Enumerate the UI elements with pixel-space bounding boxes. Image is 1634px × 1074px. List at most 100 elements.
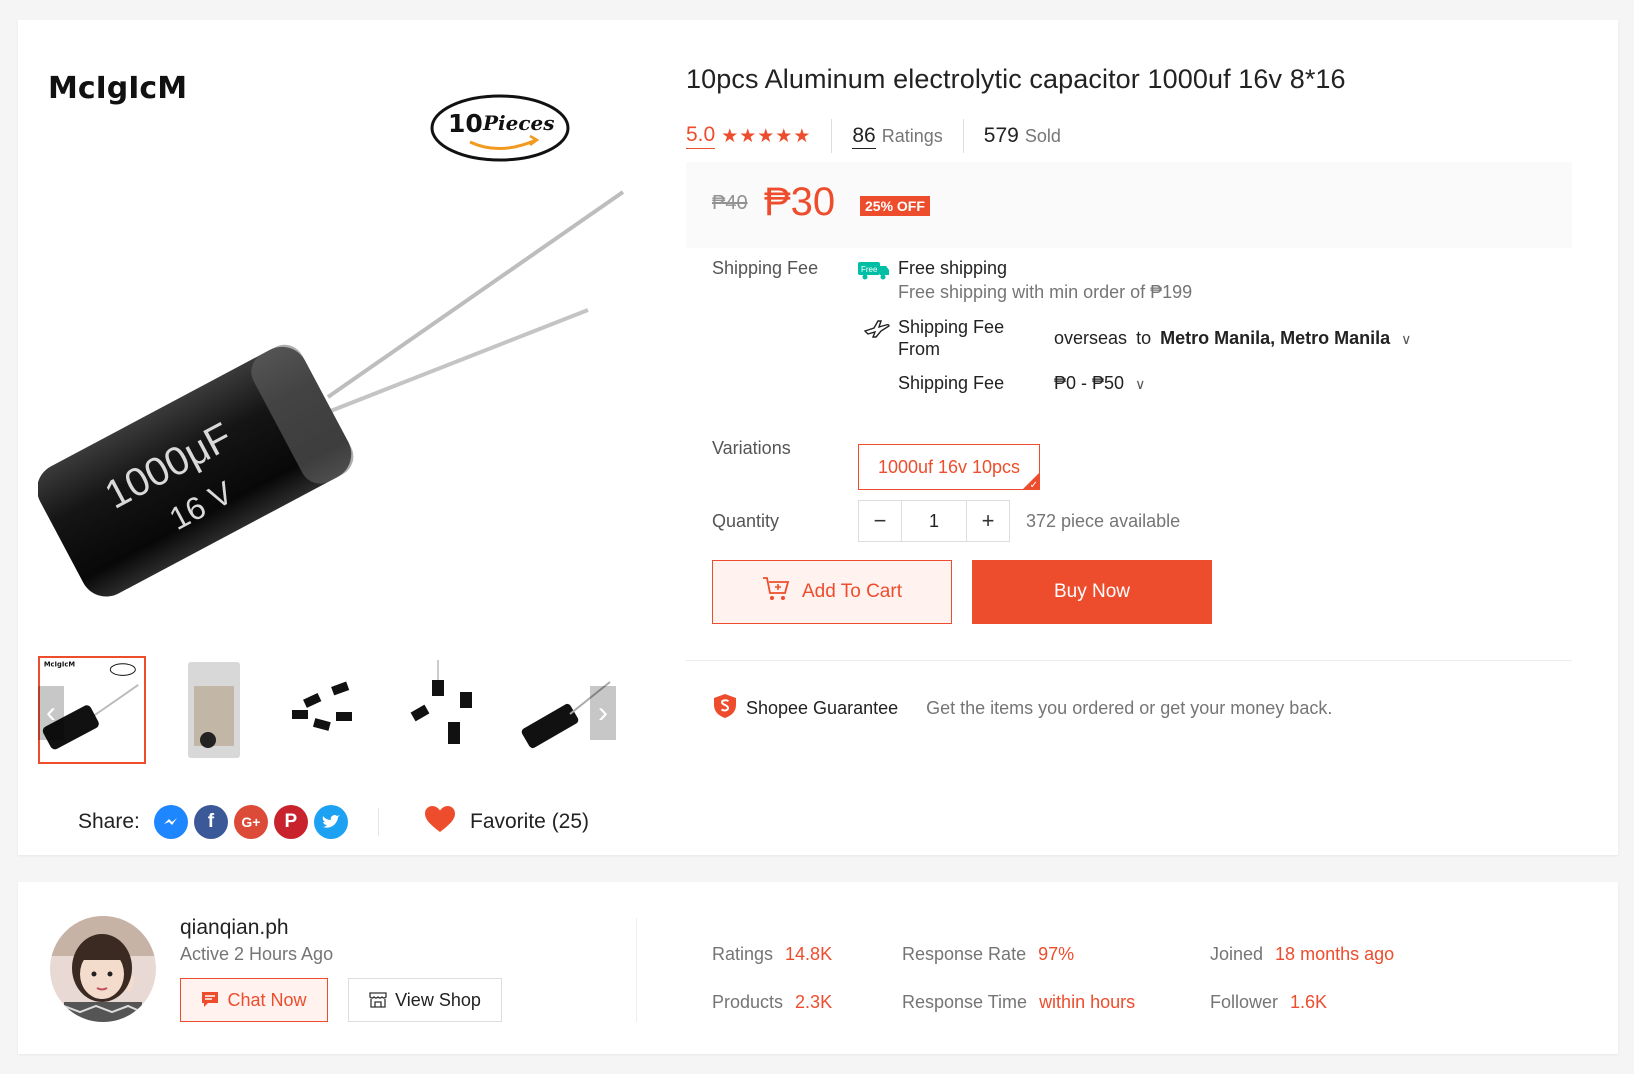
share-divider [378,808,379,836]
view-shop-label: View Shop [395,989,481,1010]
share-label: Share: [78,810,140,833]
shop-icon [369,992,387,1008]
svg-text:McIgIcM: McIgIcM [44,661,76,669]
shop-stat-label: Response Rate [902,944,1027,964]
shop-divider [636,918,637,1022]
google-plus-icon[interactable]: G+ [233,805,268,839]
sold-label: Sold [1024,125,1061,146]
shop-stat-products[interactable]: Products 2.3K [712,992,832,1013]
main-product-image[interactable]: 1000μF 16 V McIgIcM 10 Pieces [38,42,638,662]
badge-word: Pieces [482,111,555,135]
shipping-fee-label: Shipping Fee [898,373,1005,393]
free-shipping-truck-icon: Free [858,260,890,285]
guarantee-label: Shopee Guarantee [746,698,899,718]
guarantee-text: Get the items you ordered or get your mo… [926,698,1333,718]
shop-stat-response-rate: Response Rate 97% [902,944,1074,965]
variation-option-selected[interactable]: 1000uf 16v 10pcs ✓ [858,444,1040,490]
rating-count-label: Ratings [881,125,943,146]
favorite-label: Favorite (25) [470,810,590,833]
brand-logo: McIgIcM [48,71,187,106]
quantity-stepper: − + [858,500,1010,542]
quantity-input[interactable] [901,501,967,541]
thumbnail-2[interactable] [160,656,268,764]
shipping-fee-value: ₱0 - ₱50 [1054,373,1125,393]
share-row: Share: f G+ P [78,802,348,842]
original-price: ₱40 [712,192,748,214]
shop-stat-value: 18 months ago [1275,944,1395,964]
shipping-fee-from-label: Shipping Fee From [898,317,1005,359]
shipping-fee-range[interactable]: ₱0 - ₱50 ∨ [1054,373,1145,394]
airplane-icon [863,319,890,344]
free-shipping-title: Free shipping [898,258,1008,278]
shop-stat-value: 14.8K [785,944,833,964]
star-icon: ★★★★★ [721,125,812,147]
shop-stat-follower: Follower 1.6K [1210,992,1327,1013]
stock-available: 372 piece available [1026,511,1181,531]
shop-stat-label: Joined [1210,944,1264,964]
quantity-decrease-button[interactable]: − [859,501,901,541]
shop-stat-value: within hours [1039,992,1136,1012]
thumbnail-next-button[interactable]: › [590,686,616,740]
check-icon: ✓ [1029,480,1038,490]
variations-label: Variations [712,438,791,458]
shop-card: qianqian.ph Active 2 Hours Ago Chat Now … [18,882,1618,1054]
add-to-cart-label: Add To Cart [802,581,902,602]
messenger-icon[interactable] [153,805,188,839]
buy-now-button[interactable]: Buy Now [972,560,1212,624]
shipping-route[interactable]: overseas to Metro Manila, Metro Manila ∨ [1054,328,1411,349]
avatar[interactable] [50,916,156,1022]
chat-now-label: Chat Now [227,989,307,1010]
cart-icon [762,576,790,608]
product-title: 10pcs Aluminum electrolytic capacitor 10… [686,64,1346,94]
thumbnail-3[interactable] [274,656,382,764]
shop-stat-label: Ratings [712,944,774,964]
chat-icon [201,991,219,1009]
current-price: ₱30 [764,180,836,224]
shop-stat-value: 97% [1038,944,1075,964]
shop-stat-label: Follower [1210,992,1279,1012]
free-badge-text: Free [861,265,878,274]
view-shop-button[interactable]: View Shop [348,978,502,1022]
add-to-cart-button[interactable]: Add To Cart [712,560,952,624]
shipping-label: Shipping Fee [712,258,819,278]
free-shipping-subtitle: Free shipping with min order of ₱199 [898,282,1193,302]
rating-row: 5.0 ★★★★★ 86 Ratings 579 Sold [686,118,1061,154]
chat-now-button[interactable]: Chat Now [180,978,328,1022]
badge-number: 10 [448,109,483,138]
shop-active-status: Active 2 Hours Ago [180,944,334,964]
thumbnail-prev-button[interactable]: ‹ [38,686,64,740]
shopee-shield-icon [712,693,738,724]
shop-stat-label: Products [712,992,784,1012]
shop-stat-ratings: Ratings 14.8K [712,944,832,965]
divider [962,119,964,153]
divider [831,119,833,153]
quantity-label: Quantity [712,511,780,531]
thumbnail-strip: McIgIcM ‹ › [38,656,638,766]
variation-option-label: 1000uf 16v 10pcs [877,456,1021,477]
shop-stat-label: Response Time [902,992,1028,1012]
shipping-origin: overseas [1054,328,1128,348]
price-box: ₱40 ₱30 25% OFF [686,162,1572,248]
favorite-button[interactable]: Favorite (25) [424,802,589,842]
heart-icon [424,805,456,839]
chevron-down-icon: ∨ [1135,376,1146,392]
pinterest-icon[interactable]: P [273,805,308,839]
twitter-icon[interactable] [313,805,348,839]
chevron-down-icon: ∨ [1401,331,1412,347]
shop-stat-joined: Joined 18 months ago [1210,944,1394,965]
section-divider [686,660,1572,661]
quantity-increase-button[interactable]: + [967,501,1009,541]
rating-count[interactable]: 86 [852,124,876,149]
ten-pieces-badge: 10 Pieces [430,94,570,162]
shop-stat-value: 1.6K [1290,992,1328,1012]
shop-name[interactable]: qianqian.ph [180,916,289,940]
shipping-to-word: to [1136,328,1152,348]
shipping-destination: Metro Manila, Metro Manila [1160,328,1391,348]
facebook-icon[interactable]: f [193,805,228,839]
thumbnail-4[interactable] [388,656,496,764]
discount-badge: 25% OFF [860,196,930,216]
shop-stat-response-time: Response Time within hours [902,992,1135,1013]
shopee-guarantee[interactable]: Shopee Guarantee Get the items you order… [712,693,1332,724]
rating-score[interactable]: 5.0 [686,123,716,149]
shop-stat-value: 2.3K [795,992,833,1012]
